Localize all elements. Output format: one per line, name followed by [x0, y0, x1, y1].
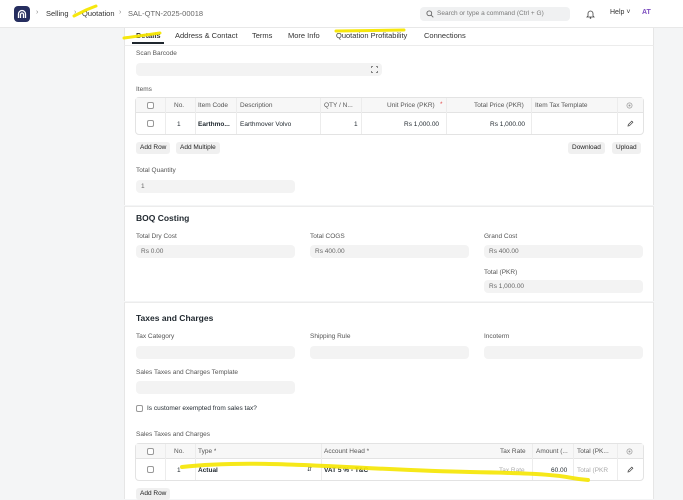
highlighter-annotations — [72, 4, 590, 482]
